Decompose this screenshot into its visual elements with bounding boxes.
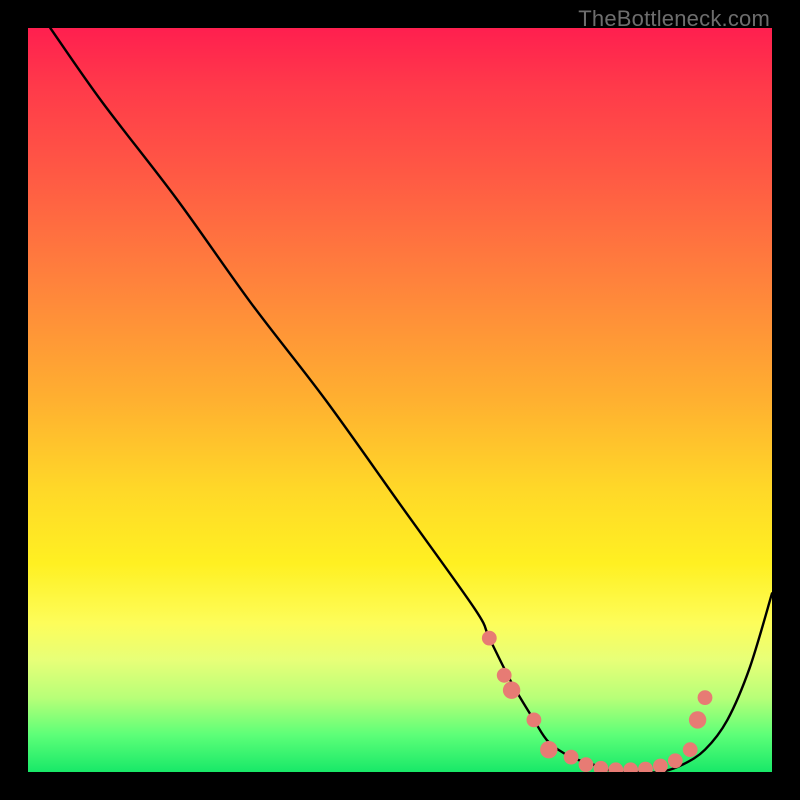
marker-dot	[668, 753, 683, 768]
chart-svg	[28, 28, 772, 772]
marker-dot	[653, 759, 668, 772]
marker-dot	[540, 741, 557, 758]
chart-frame	[28, 28, 772, 772]
plot-area	[28, 28, 772, 772]
marker-dot	[683, 742, 698, 757]
marker-dot	[482, 631, 497, 646]
marker-dot	[564, 750, 579, 765]
marker-dot	[594, 761, 609, 772]
bottleneck-curve	[50, 28, 772, 772]
marker-dot	[698, 690, 713, 705]
marker-dot	[623, 762, 638, 772]
curve-markers	[482, 631, 712, 772]
marker-dot	[527, 713, 542, 728]
marker-dot	[579, 757, 594, 772]
marker-dot	[689, 711, 706, 728]
marker-dot	[638, 762, 653, 772]
marker-dot	[497, 668, 512, 683]
marker-dot	[608, 762, 623, 772]
marker-dot	[503, 682, 520, 699]
